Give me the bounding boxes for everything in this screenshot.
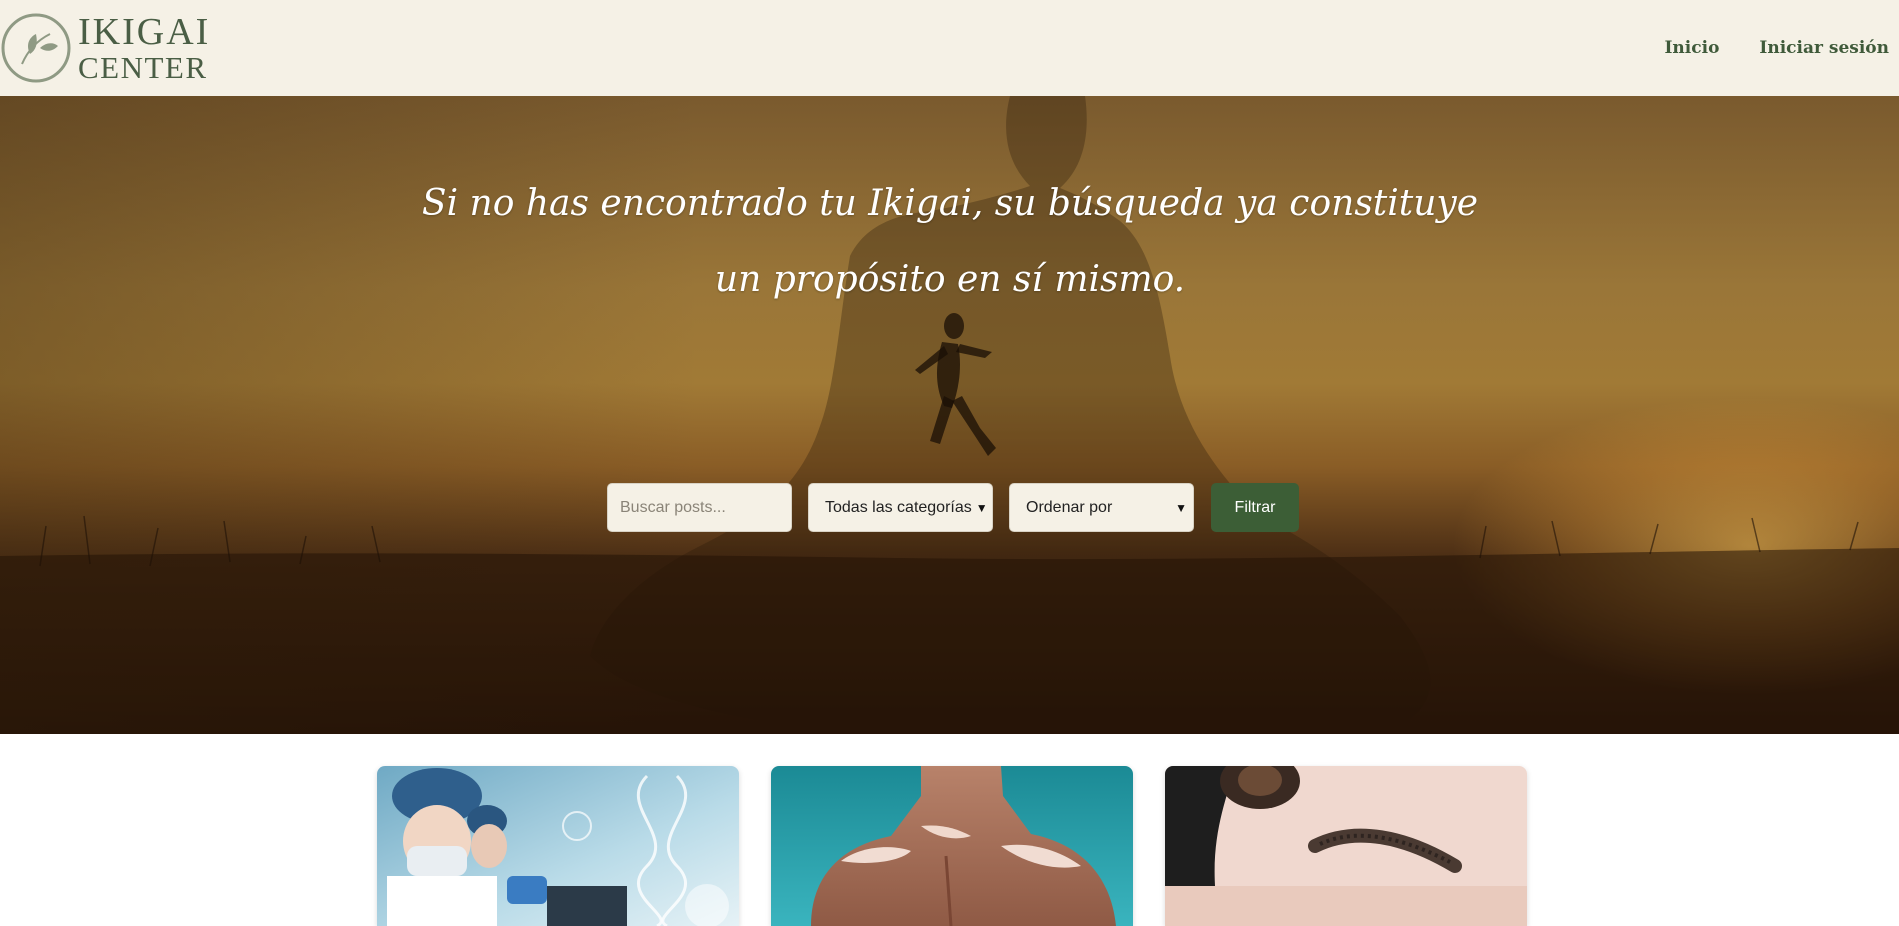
hero-banner: Si no has encontrado tu Ikigai, su búsqu… bbox=[0, 96, 1899, 734]
brand-name-line2: CENTER bbox=[78, 50, 208, 85]
microblading-eyebrow-image bbox=[1165, 766, 1527, 926]
post-card[interactable] bbox=[771, 766, 1133, 926]
category-select[interactable]: Todas las categorías ▼ bbox=[808, 483, 993, 532]
scientists-dna-image bbox=[377, 766, 739, 926]
order-select-value: Ordenar por bbox=[1026, 498, 1113, 516]
nav-link-login[interactable]: Iniciar sesión bbox=[1759, 38, 1889, 58]
nav-link-inicio[interactable]: Inicio bbox=[1664, 38, 1719, 58]
main-nav: Inicio Iniciar sesión bbox=[1624, 0, 1899, 96]
chevron-down-icon: ▼ bbox=[1175, 500, 1187, 515]
brand-name-line1: IKIGAI bbox=[78, 11, 211, 53]
sunburned-back-image bbox=[771, 766, 1133, 926]
leaf-circle-icon bbox=[1, 13, 71, 83]
post-card[interactable] bbox=[1165, 766, 1527, 926]
post-grid bbox=[377, 766, 1527, 926]
order-select[interactable]: Ordenar por ▼ bbox=[1009, 483, 1194, 532]
chevron-down-icon: ▼ bbox=[975, 500, 988, 515]
site-header: IKIGAI CENTER Inicio Iniciar sesión bbox=[0, 0, 1899, 96]
filter-button[interactable]: Filtrar bbox=[1211, 483, 1299, 532]
category-select-value: Todas las categorías bbox=[825, 498, 972, 516]
post-card[interactable] bbox=[377, 766, 739, 926]
search-input[interactable] bbox=[607, 483, 792, 532]
hero-quote: Si no has encontrado tu Ikigai, su búsqu… bbox=[421, 183, 1479, 300]
post-filters: Todas las categorías ▼ Ordenar por ▼ Fil… bbox=[607, 483, 1299, 532]
brand-logo[interactable]: IKIGAI CENTER bbox=[0, 0, 210, 96]
